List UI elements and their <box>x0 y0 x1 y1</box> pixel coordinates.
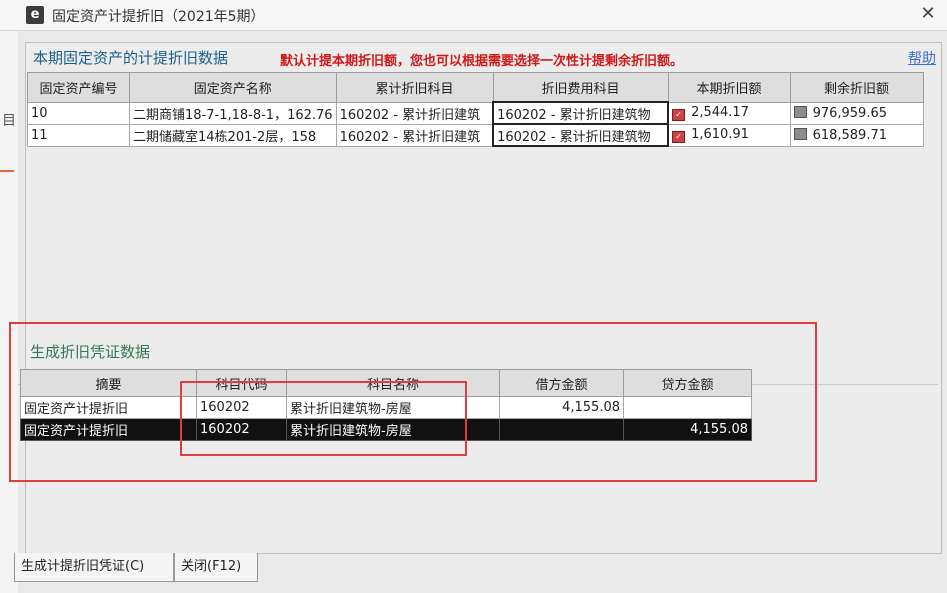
asset-name-cell[interactable]: 二期储藏室14栋201-2层，158 <box>129 123 337 147</box>
expense-account-cell[interactable]: 160202 - 累计折旧建筑物 <box>492 101 670 125</box>
credit-cell[interactable]: 4,155.08 <box>623 418 752 441</box>
col-asset-name[interactable]: 固定资产名称 <box>129 72 337 103</box>
background-accent <box>0 170 14 172</box>
col-summary[interactable]: 摘要 <box>20 369 197 397</box>
asset-name-cell[interactable]: 二期商铺18-7-1,18-8-1，162.76 <box>129 101 337 125</box>
col-remaining-depreciation[interactable]: 剩余折旧额 <box>789 72 924 103</box>
default-note: 默认计提本期折旧额，您也可以根据需要选择一次性计提剩余折旧额。 <box>280 54 684 69</box>
current-depreciation-value: 1,610.91 <box>691 127 749 142</box>
col-current-depreciation[interactable]: 本期折旧额 <box>667 72 791 103</box>
debit-cell[interactable]: 4,155.08 <box>499 396 624 419</box>
checkbox-unchecked-icon[interactable] <box>793 127 807 140</box>
account-code-cell[interactable]: 160202 <box>196 396 287 419</box>
col-account-name[interactable]: 科目名称 <box>286 369 500 397</box>
credit-cell[interactable] <box>623 396 752 419</box>
app-logo-icon: e <box>26 6 44 24</box>
close-icon[interactable]: ✕ <box>915 2 941 26</box>
asset-code-cell[interactable]: 10 <box>27 101 130 125</box>
table-row[interactable]: 11 二期储藏室14栋201-2层，158 160202 - 累计折旧建筑 16… <box>27 123 924 147</box>
depreciation-grid: 固定资产编号 固定资产名称 累计折旧科目 折旧费用科目 本期折旧额 剩余折旧额 … <box>27 72 924 147</box>
summary-cell[interactable]: 固定资产计提折旧 <box>20 396 197 419</box>
remaining-depreciation-value: 618,589.71 <box>812 127 887 143</box>
table-row[interactable]: 固定资产计提折旧 160202 累计折旧建筑物-房屋 4,155.08 <box>20 396 752 419</box>
checkbox-unchecked-icon[interactable] <box>793 105 807 118</box>
background-text: 目 <box>2 113 16 129</box>
current-depreciation-value: 2,544.17 <box>691 105 749 120</box>
col-asset-code[interactable]: 固定资产编号 <box>27 72 130 103</box>
remaining-depreciation-cell[interactable]: 618,589.71 <box>789 123 924 147</box>
checkbox-checked-icon[interactable]: ✓ <box>672 131 686 143</box>
expense-account-cell[interactable]: 160202 - 累计折旧建筑物 <box>492 123 670 147</box>
background-window-edge: 目 <box>0 30 18 593</box>
upper-section-title: 本期固定资产的计提折旧数据 <box>33 49 229 67</box>
account-code-cell[interactable]: 160202 <box>196 418 287 441</box>
accum-account-cell[interactable]: 160202 - 累计折旧建筑 <box>335 101 494 125</box>
upper-section-header: 本期固定资产的计提折旧数据 默认计提本期折旧额，您也可以根据需要选择一次性计提剩… <box>27 44 938 70</box>
col-expense-account[interactable]: 折旧费用科目 <box>492 72 669 103</box>
current-depreciation-cell[interactable]: ✓ 1,610.91 <box>667 123 791 147</box>
account-name-cell[interactable]: 累计折旧建筑物-房屋 <box>286 396 500 419</box>
col-debit[interactable]: 借方金额 <box>499 369 624 397</box>
generate-voucher-button[interactable]: 生成计提折旧凭证(C) <box>14 553 174 582</box>
col-credit[interactable]: 贷方金额 <box>623 369 752 397</box>
accum-account-cell[interactable]: 160202 - 累计折旧建筑 <box>335 123 494 147</box>
col-accum-account[interactable]: 累计折旧科目 <box>335 72 494 103</box>
lower-section-title: 生成折旧凭证数据 <box>30 343 151 361</box>
grid-header-row: 摘要 科目代码 科目名称 借方金额 贷方金额 <box>20 369 752 397</box>
checkbox-checked-icon[interactable]: ✓ <box>672 109 686 121</box>
asset-code-cell[interactable]: 11 <box>27 123 130 147</box>
current-depreciation-cell[interactable]: ✓ 2,544.17 <box>667 101 791 125</box>
voucher-grid: 摘要 科目代码 科目名称 借方金额 贷方金额 固定资产计提折旧 160202 累… <box>20 369 752 441</box>
remaining-depreciation-value: 976,959.65 <box>812 105 887 121</box>
col-account-code[interactable]: 科目代码 <box>196 369 287 397</box>
close-button[interactable]: 关闭(F12) <box>174 553 258 582</box>
table-row[interactable]: 10 二期商铺18-7-1,18-8-1，162.76 160202 - 累计折… <box>27 101 924 125</box>
help-link[interactable]: 帮助 <box>908 48 936 68</box>
account-name-cell[interactable]: 累计折旧建筑物-房屋 <box>286 418 500 441</box>
window-title: 固定资产计提折旧（2021年5期） <box>52 9 265 25</box>
debit-cell[interactable] <box>499 418 624 441</box>
table-row-selected[interactable]: 固定资产计提折旧 160202 累计折旧建筑物-房屋 4,155.08 <box>20 418 752 441</box>
remaining-depreciation-cell[interactable]: 976,959.65 <box>789 101 924 125</box>
grid-header-row: 固定资产编号 固定资产名称 累计折旧科目 折旧费用科目 本期折旧额 剩余折旧额 <box>27 72 924 103</box>
summary-cell[interactable]: 固定资产计提折旧 <box>20 418 197 441</box>
title-bar: e 固定资产计提折旧（2021年5期） ✕ <box>0 0 947 31</box>
